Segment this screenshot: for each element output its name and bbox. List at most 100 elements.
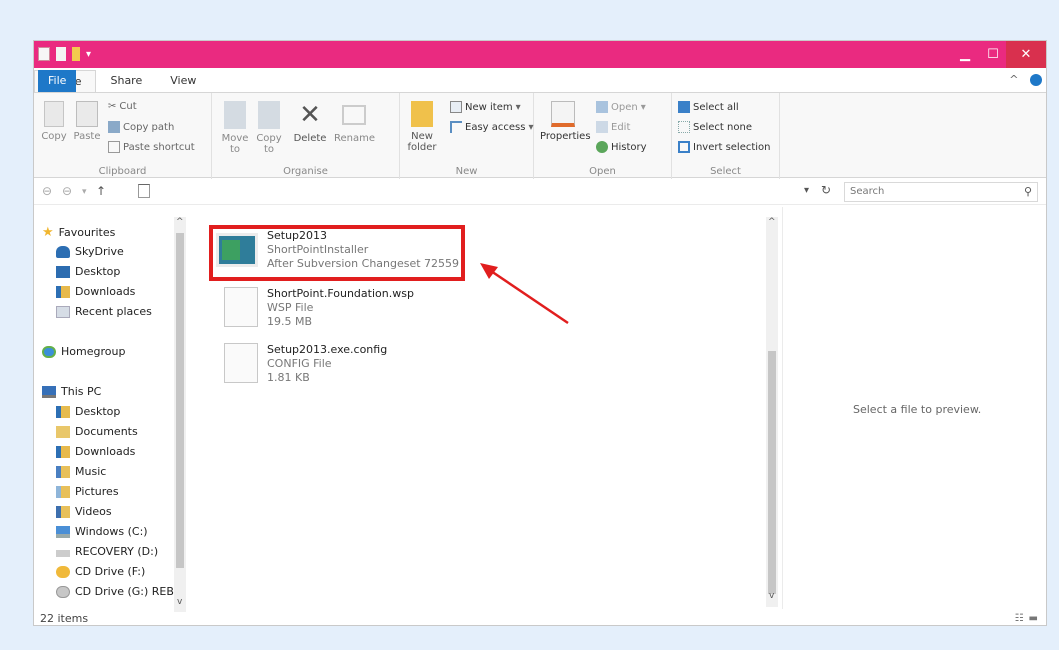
new-folder-button[interactable]: New folder <box>406 101 438 153</box>
move-to-icon <box>224 101 246 129</box>
nav-scrollbar-thumb[interactable] <box>176 233 184 568</box>
nav-homegroup[interactable]: Homegroup <box>42 345 125 358</box>
nav-music[interactable]: Music <box>56 465 106 478</box>
recent-locations-icon[interactable]: ▾ <box>82 187 87 197</box>
nav-documents[interactable]: Documents <box>56 425 138 438</box>
back-icon[interactable]: ⊖ <box>42 184 52 198</box>
copy-button[interactable]: Copy <box>40 101 68 142</box>
copy-icon <box>44 101 64 127</box>
cd-drive-icon <box>56 585 70 598</box>
select-all-button[interactable]: Select all <box>678 101 739 113</box>
delete-button[interactable]: ✕ Delete <box>292 101 328 144</box>
nav-desktop[interactable]: Desktop <box>56 265 120 278</box>
history-button[interactable]: History <box>596 141 647 153</box>
address-input[interactable] <box>138 182 798 202</box>
large-icons-view-icon[interactable]: ▬ <box>1029 613 1038 624</box>
nav-scroll-up-icon[interactable]: ^ <box>176 217 184 227</box>
nav-windows-c[interactable]: Windows (C:) <box>56 525 148 538</box>
clipboard-group: Copy Paste ✂ Cut Copy path Paste shortcut… <box>34 93 212 179</box>
nav-pc-downloads[interactable]: Downloads <box>56 445 135 458</box>
search-placeholder: Search <box>850 186 885 197</box>
open-icon <box>596 101 608 113</box>
invert-selection-button[interactable]: Invert selection <box>678 141 771 153</box>
details-view-icon[interactable]: ☷ <box>1015 613 1024 624</box>
item-count: 22 items <box>40 612 89 625</box>
organise-group-label: Organise <box>283 166 328 177</box>
refresh-icon[interactable]: ↻ <box>821 183 831 197</box>
nav-recent-places[interactable]: Recent places <box>56 305 152 318</box>
file-explorer-window: ▾ ▁ ☐ ✕ File Home Share View ^ Copy Past… <box>33 40 1047 626</box>
organise-group: Move to Copy to ✕ Delete Rename Organise <box>212 93 400 179</box>
file-scroll-up-icon[interactable]: ^ <box>768 217 776 227</box>
address-bar-row: ⊖ ⊖ ▾ ↑ ▾ ↻ Search ⚲ <box>34 179 1046 205</box>
invert-selection-icon <box>678 141 690 153</box>
file-item[interactable]: ShortPoint.Foundation.wsp WSP File 19.5 … <box>224 287 414 329</box>
rename-icon <box>342 105 366 125</box>
tab-share[interactable]: Share <box>96 70 156 92</box>
generic-file-icon <box>224 343 258 383</box>
nav-videos[interactable]: Videos <box>56 505 112 518</box>
forward-icon[interactable]: ⊖ <box>62 184 72 198</box>
paste-button[interactable]: Paste <box>72 101 102 142</box>
search-input[interactable]: Search ⚲ <box>844 182 1038 202</box>
copy-to-button[interactable]: Copy to <box>254 101 284 155</box>
minimize-button[interactable]: ▁ <box>952 41 978 68</box>
pictures-icon <box>56 485 70 498</box>
scissors-icon: ✂ <box>108 101 117 112</box>
tab-file[interactable]: File <box>38 70 77 92</box>
file-size: 19.5 MB <box>267 315 313 328</box>
documents-icon <box>56 425 70 438</box>
nav-cd-drive-f[interactable]: CD Drive (F:) <box>56 565 145 578</box>
up-arrow-icon[interactable]: ↑ <box>96 184 106 198</box>
maximize-button[interactable]: ☐ <box>980 41 1006 68</box>
delete-x-icon: ✕ <box>299 100 321 130</box>
nav-pc-desktop[interactable]: Desktop <box>56 405 120 418</box>
nav-cd-drive-g[interactable]: CD Drive (G:) REBS <box>56 585 181 598</box>
easy-access-icon <box>450 121 462 133</box>
quick-access-icon[interactable] <box>38 47 50 61</box>
cut-button[interactable]: ✂ Cut <box>108 101 137 112</box>
collapse-ribbon-icon[interactable]: ^ <box>1009 73 1018 86</box>
select-group: Select all Select none Invert selection … <box>672 93 780 179</box>
file-type: CONFIG File <box>267 357 332 370</box>
nav-downloads[interactable]: Downloads <box>56 285 135 298</box>
file-list-scrollbar-thumb[interactable] <box>768 351 776 594</box>
generic-file-icon <box>224 287 258 327</box>
help-icon[interactable] <box>1030 74 1042 86</box>
nav-recovery-d[interactable]: RECOVERY (D:) <box>56 545 158 558</box>
new-folder-icon <box>411 101 433 127</box>
address-dropdown-icon[interactable]: ▾ <box>804 185 809 196</box>
star-icon: ★ <box>42 225 54 240</box>
rename-button[interactable]: Rename <box>334 101 375 144</box>
title-bar: ▾ ▁ ☐ ✕ <box>34 41 1046 68</box>
new-item-button[interactable]: New item ▾ <box>450 101 521 113</box>
nav-this-pc[interactable]: This PC <box>42 385 101 398</box>
file-item[interactable]: Setup2013.exe.config CONFIG File 1.81 KB <box>224 343 387 385</box>
customize-toolbar-icon[interactable]: ▾ <box>86 49 91 60</box>
paste-shortcut-button[interactable]: Paste shortcut <box>108 141 195 153</box>
easy-access-button[interactable]: Easy access ▾ <box>450 121 533 133</box>
tab-view[interactable]: View <box>156 70 210 92</box>
open-button[interactable]: Open ▾ <box>596 101 646 113</box>
move-to-button[interactable]: Move to <box>220 101 250 155</box>
properties-quick-icon[interactable] <box>56 47 66 61</box>
nav-favourites[interactable]: ★ Favourites <box>42 225 115 240</box>
properties-icon <box>551 101 575 127</box>
properties-button[interactable]: Properties <box>540 101 591 142</box>
select-none-button[interactable]: Select none <box>678 121 752 133</box>
new-folder-quick-icon[interactable] <box>72 47 80 61</box>
history-icon <box>596 141 608 153</box>
nav-pictures[interactable]: Pictures <box>56 485 119 498</box>
nav-skydrive[interactable]: SkyDrive <box>56 245 124 258</box>
preview-message: Select a file to preview. <box>853 403 982 416</box>
search-icon[interactable]: ⚲ <box>1024 185 1032 198</box>
file-scroll-down-icon[interactable]: v <box>769 591 774 601</box>
edit-button[interactable]: Edit <box>596 121 630 133</box>
annotation-highlight-box <box>209 225 465 281</box>
close-button[interactable]: ✕ <box>1006 41 1046 68</box>
windows-drive-icon <box>56 525 70 538</box>
downloads-folder-icon <box>56 445 70 458</box>
copy-path-button[interactable]: Copy path <box>108 121 174 133</box>
nav-scroll-down-icon[interactable]: v <box>177 597 182 607</box>
open-group: Properties Open ▾ Edit History Open <box>534 93 672 179</box>
